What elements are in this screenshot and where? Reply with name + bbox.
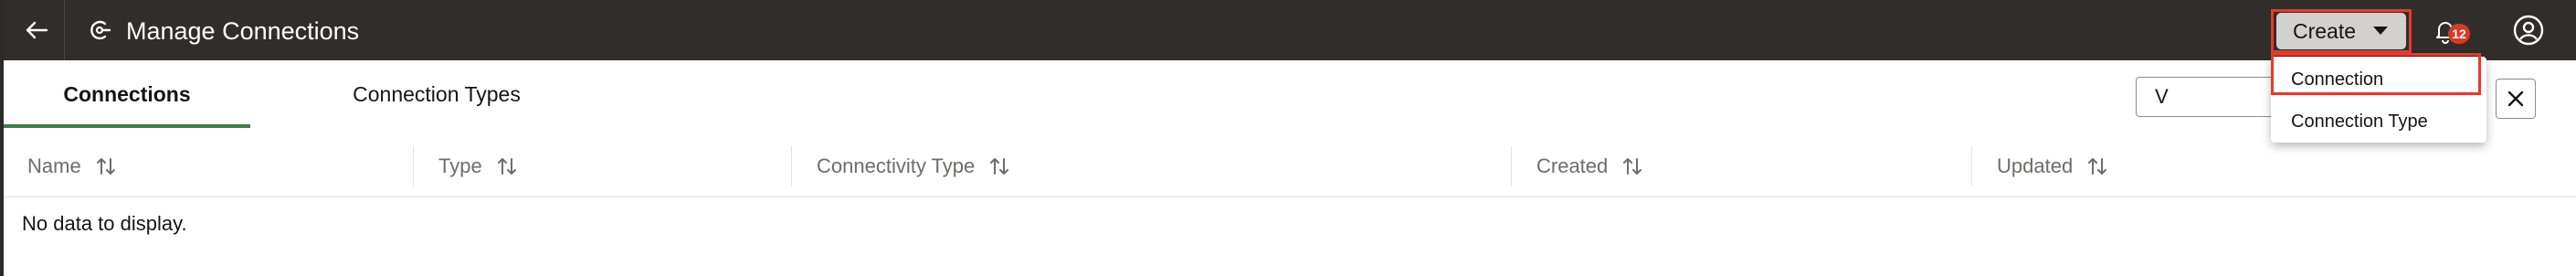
create-button-highlight <box>2271 9 2412 53</box>
active-tab-indicator <box>4 124 250 128</box>
filter-input[interactable]: V <box>2136 77 2275 117</box>
column-divider <box>1511 146 1512 186</box>
column-header-type[interactable]: Type <box>438 135 517 197</box>
menu-item-label: Connection Type <box>2291 111 2428 132</box>
app-header: Manage Connections <box>4 0 2576 60</box>
back-button[interactable] <box>18 11 55 49</box>
sort-icon[interactable] <box>2087 155 2107 177</box>
arrow-left-icon <box>26 21 48 39</box>
column-header-updated[interactable]: Updated <box>1997 135 2107 197</box>
column-header-label: Connectivity Type <box>817 154 976 177</box>
column-divider <box>1971 146 1972 186</box>
notification-badge: 12 <box>2448 24 2470 44</box>
sort-icon[interactable] <box>1622 155 1642 177</box>
column-header-label: Type <box>438 154 482 177</box>
close-icon <box>2507 90 2524 107</box>
column-divider <box>413 146 414 186</box>
filter-input-value: V <box>2155 85 2169 108</box>
empty-table-message: No data to display. <box>22 212 187 235</box>
tab-connections-label: Connections <box>63 81 191 106</box>
menu-item-connection-type[interactable]: Connection Type <box>2271 101 2486 143</box>
column-header-label: Updated <box>1997 154 2074 177</box>
clear-filter-button[interactable] <box>2496 79 2536 119</box>
tab-connections[interactable]: Connections <box>4 60 250 128</box>
column-header-label: Created <box>1536 154 1609 177</box>
user-avatar-icon[interactable] <box>2513 15 2544 46</box>
sort-icon[interactable] <box>989 155 1009 177</box>
connection-icon <box>90 20 111 40</box>
menu-item-highlight <box>2271 53 2481 95</box>
sort-icon[interactable] <box>497 155 517 177</box>
table-header: Name Type Connectivity Type Created Upda… <box>4 135 2576 197</box>
column-header-label: Name <box>27 154 81 177</box>
column-divider <box>791 146 792 186</box>
column-header-connectivity-type[interactable]: Connectivity Type <box>817 135 1009 197</box>
tab-connection-types[interactable]: Connection Types <box>301 60 572 128</box>
column-header-created[interactable]: Created <box>1536 135 1642 197</box>
column-header-name[interactable]: Name <box>27 135 116 197</box>
tab-connection-types-label: Connection Types <box>353 81 521 106</box>
sort-icon[interactable] <box>96 155 116 177</box>
header-divider <box>64 0 65 60</box>
page-title: Manage Connections <box>126 17 360 45</box>
